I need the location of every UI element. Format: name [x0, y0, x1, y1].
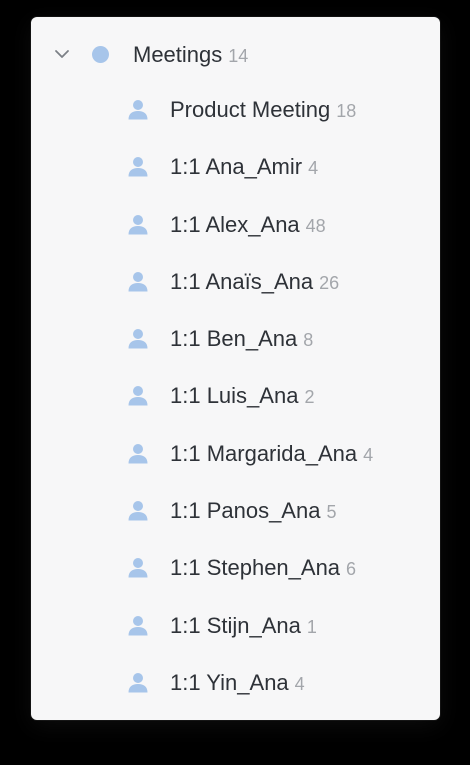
item-label-wrap: 1:1 Stephen_Ana 6 — [170, 554, 356, 583]
dot-icon — [92, 46, 109, 63]
item-count: 26 — [319, 272, 340, 293]
person-icon — [128, 443, 148, 464]
item-count: 48 — [305, 215, 326, 236]
person-icon — [128, 328, 148, 349]
item-count: 5 — [326, 502, 337, 523]
list-item[interactable]: 1:1 Ana_Amir 4 — [31, 150, 440, 207]
person-icon — [128, 500, 148, 521]
item-count: 6 — [346, 559, 357, 580]
list-item[interactable]: 1:1 Stijn_Ana 1 — [31, 609, 440, 666]
person-icon — [128, 99, 148, 120]
group-count: 14 — [228, 46, 249, 66]
item-label-wrap: Product Meeting 18 — [170, 96, 356, 125]
item-count: 2 — [304, 387, 315, 408]
person-icon — [128, 156, 148, 177]
item-label: 1:1 Yin_Ana — [170, 669, 289, 695]
chevron-down-icon[interactable] — [53, 45, 71, 63]
item-label-wrap: 1:1 Panos_Ana 5 — [170, 497, 336, 526]
person-icon — [128, 615, 148, 636]
item-count: 18 — [336, 101, 357, 121]
item-label: 1:1 Luis_Ana — [170, 383, 299, 409]
item-label-wrap: 1:1 Yin_Ana 4 — [170, 669, 305, 698]
person-icon — [128, 385, 148, 406]
person-icon — [128, 557, 148, 578]
list-item[interactable]: Product Meeting 18 — [31, 93, 440, 150]
item-label: Product Meeting — [170, 97, 331, 122]
group-meetings[interactable]: Meetings 14 — [31, 37, 440, 73]
list-item[interactable]: 1:1 Alex_Ana 48 — [31, 208, 440, 265]
item-label-wrap: 1:1 Luis_Ana 2 — [170, 382, 314, 411]
list-item[interactable]: 1:1 Margarida_Ana 4 — [31, 437, 440, 494]
item-label: 1:1 Margarida_Ana — [170, 440, 358, 466]
item-label: 1:1 Ana_Amir — [170, 154, 303, 180]
group-label: Meetings 14 — [133, 41, 248, 70]
item-count: 8 — [303, 330, 314, 351]
item-label: 1:1 Ben_Ana — [170, 326, 298, 352]
group-title: Meetings — [133, 42, 223, 67]
meetings-panel: Meetings 14 Product Meeting 18 1:1 Ana_Ami… — [31, 17, 440, 720]
person-icon — [128, 672, 148, 693]
item-label: 1:1 Anaïs_Ana — [170, 268, 314, 294]
item-count: 4 — [294, 673, 305, 694]
list-item[interactable]: 1:1 Yin_Ana 4 — [31, 666, 440, 720]
item-label-wrap: 1:1 Anaïs_Ana 26 — [170, 268, 339, 297]
item-label-wrap: 1:1 Ben_Ana 8 — [170, 325, 313, 354]
item-label: 1:1 Alex_Ana — [170, 211, 300, 237]
person-icon — [128, 271, 148, 292]
item-label-wrap: 1:1 Margarida_Ana 4 — [170, 440, 373, 469]
meeting-list: Product Meeting 18 1:1 Ana_Amir 4 1:1 Alex… — [31, 93, 440, 720]
item-label: 1:1 Panos_Ana — [170, 498, 321, 524]
item-label: 1:1 Stijn_Ana — [170, 612, 301, 638]
list-item[interactable]: 1:1 Anaïs_Ana 26 — [31, 265, 440, 322]
person-icon — [128, 214, 148, 235]
item-label: 1:1 Stephen_Ana — [170, 555, 341, 581]
list-item[interactable]: 1:1 Panos_Ana 5 — [31, 494, 440, 551]
list-item[interactable]: 1:1 Ben_Ana 8 — [31, 322, 440, 379]
item-label-wrap: 1:1 Ana_Amir 4 — [170, 153, 318, 182]
list-item[interactable]: 1:1 Stephen_Ana 6 — [31, 551, 440, 608]
item-label-wrap: 1:1 Alex_Ana 48 — [170, 211, 326, 240]
list-item[interactable]: 1:1 Luis_Ana 2 — [31, 379, 440, 436]
item-label-wrap: 1:1 Stijn_Ana 1 — [170, 612, 317, 641]
item-count: 1 — [306, 616, 317, 637]
item-count: 4 — [363, 444, 374, 465]
item-count: 4 — [308, 158, 319, 179]
